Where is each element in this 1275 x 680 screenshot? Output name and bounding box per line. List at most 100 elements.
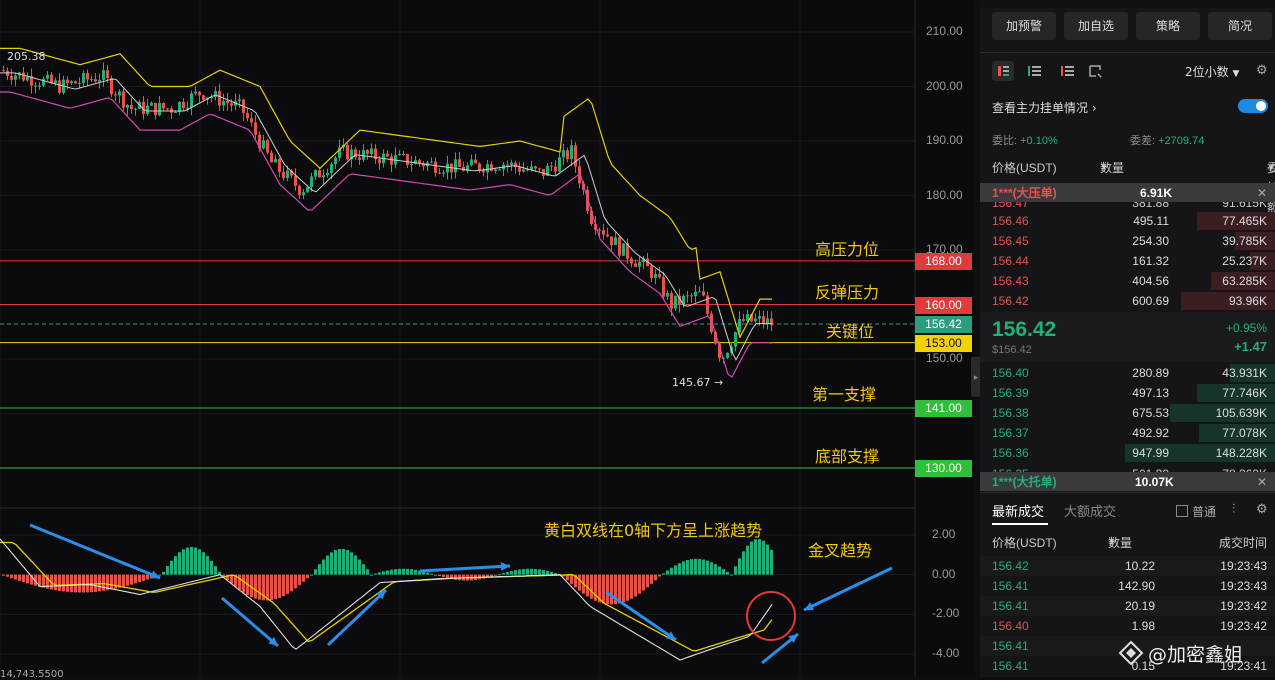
ask-large-order-banner[interactable]: 1***(大压单) 6.91K ✕: [980, 183, 1275, 202]
macd-histogram-bar: [266, 575, 269, 601]
price-tick-label: 200.00: [926, 79, 963, 93]
candle-body: [702, 291, 705, 295]
macd-histogram-bar: [738, 558, 741, 574]
trade-price: 156.42: [992, 556, 1029, 576]
candle-body: [46, 75, 49, 79]
macd-histogram-bar: [630, 575, 633, 599]
candle-body: [122, 91, 125, 107]
candle-body: [50, 75, 53, 83]
strategy-button[interactable]: 策略: [1136, 12, 1200, 40]
row-qty: 497.13: [1132, 383, 1169, 403]
candle-body: [498, 169, 501, 170]
bid-row[interactable]: 156.39497.1377.746K: [980, 383, 1275, 403]
macd-histogram-bar: [6, 575, 9, 577]
close-icon[interactable]: ✕: [1257, 183, 1267, 203]
candle-body: [434, 162, 437, 173]
candle-body: [102, 70, 105, 80]
row-total: 43.931K: [1222, 363, 1267, 383]
tab-large-trades[interactable]: 大额成交: [1064, 501, 1116, 520]
settings-icon[interactable]: ⚙: [1256, 501, 1268, 517]
trade-time: 19:23:42: [1220, 616, 1267, 636]
ask-row[interactable]: 156.44161.3225.237K: [980, 251, 1275, 271]
bid-row[interactable]: 156.40280.8943.931K: [980, 363, 1275, 383]
view-asks-icon[interactable]: [1058, 61, 1078, 81]
candle-body: [98, 80, 101, 82]
candle-body: [246, 113, 249, 118]
candle-body: [514, 163, 517, 167]
candle-body: [38, 86, 41, 87]
row-total: 39.785K: [1222, 231, 1267, 251]
candle-body: [606, 235, 609, 237]
row-price: 156.39: [992, 383, 1029, 403]
view-trades-icon[interactable]: [1086, 61, 1106, 81]
main-orders-toggle[interactable]: [1238, 99, 1268, 113]
add-watchlist-button[interactable]: 加自选: [1064, 12, 1128, 40]
ask-total: 91.615K: [1222, 202, 1267, 204]
overview-button[interactable]: 简况: [1208, 12, 1272, 40]
macd-histogram-bar: [166, 566, 169, 575]
decimals-select[interactable]: 2位小数 ▼: [1185, 63, 1239, 80]
trade-qty: 10.22: [1125, 556, 1155, 576]
candle-body: [266, 140, 269, 152]
candle-body: [650, 266, 653, 278]
chart-area[interactable]: 210.00200.00190.00180.00170.00160.00150.…: [0, 0, 975, 677]
candle-body: [162, 103, 165, 109]
bid-row[interactable]: 156.36947.99148.228K: [980, 443, 1275, 463]
ask-row[interactable]: 156.43404.5663.285K: [980, 271, 1275, 291]
view-bids-icon[interactable]: [1025, 61, 1045, 81]
candle-body: [346, 145, 349, 160]
macd-histogram-bar: [414, 570, 417, 575]
macd-histogram-bar: [454, 575, 457, 580]
bid-row-partial[interactable]: 156.35 501.20 78.362K: [980, 463, 1275, 472]
candle-body: [254, 122, 257, 134]
ask-row[interactable]: 156.46495.1177.465K: [980, 211, 1275, 231]
macd-histogram-bar: [770, 550, 773, 575]
candle-body: [574, 145, 577, 166]
tab-latest-trades[interactable]: 最新成交: [992, 501, 1044, 520]
macd-histogram-bar: [170, 561, 173, 575]
candle-body: [598, 230, 601, 231]
trade-price: 156.40: [992, 616, 1029, 636]
filter-icon[interactable]: ⫶: [1232, 501, 1235, 517]
macd-histogram-bar: [362, 564, 365, 574]
candle-body: [134, 109, 137, 110]
panel-top-strip: [980, 0, 1275, 8]
caret-down-icon: ▼: [1108, 533, 1116, 553]
ask-row[interactable]: 156.45254.3039.785K: [980, 231, 1275, 251]
macd-histogram-bar: [750, 542, 753, 575]
candle-body: [326, 173, 329, 175]
candle-body: [666, 293, 669, 297]
bid-large-order-banner[interactable]: 1***(大托单) 10.07K ✕: [980, 472, 1275, 491]
macd-histogram-bar: [318, 564, 321, 574]
view-main-orders-link[interactable]: 查看主力挂单情况 ›: [992, 99, 1097, 116]
macd-histogram-bar: [634, 575, 637, 597]
candle-body: [390, 156, 393, 164]
bid-row[interactable]: 156.37492.9277.078K: [980, 423, 1275, 443]
ask-row[interactable]: 156.42600.6993.96K: [980, 291, 1275, 311]
view-both-icon[interactable]: [992, 61, 1014, 81]
candle-body: [54, 80, 57, 83]
macd-histogram-bar: [346, 550, 349, 575]
weibi: 委比: +0.10%: [992, 132, 1058, 148]
candle-body: [106, 70, 109, 78]
row-price: 156.40: [992, 363, 1029, 383]
candle-body: [126, 105, 129, 108]
macd-histogram-bar: [626, 575, 629, 601]
middle-band-line: [0, 73, 772, 360]
weicha-value: +2709.74: [1158, 135, 1204, 147]
settings-icon[interactable]: ⚙: [1256, 62, 1268, 78]
bid-row[interactable]: 156.38675.53105.639K: [980, 403, 1275, 423]
candle-body: [322, 175, 325, 177]
macd-histogram-bar: [578, 575, 581, 591]
close-icon[interactable]: ✕: [1257, 472, 1267, 492]
candle-body: [766, 318, 769, 323]
ask-row-partial[interactable]: 156.47 381.88 91.615K: [980, 202, 1275, 211]
add-alert-button[interactable]: 加预警: [992, 12, 1056, 40]
candle-body: [686, 295, 689, 296]
trade-price: 156.41: [992, 576, 1029, 596]
weibi-label: 委比:: [992, 135, 1017, 147]
candle-body: [614, 237, 617, 245]
trade-col-time: 成交时间: [1219, 533, 1267, 553]
normal-checkbox[interactable]: [1176, 505, 1188, 517]
candle-body: [534, 166, 537, 168]
